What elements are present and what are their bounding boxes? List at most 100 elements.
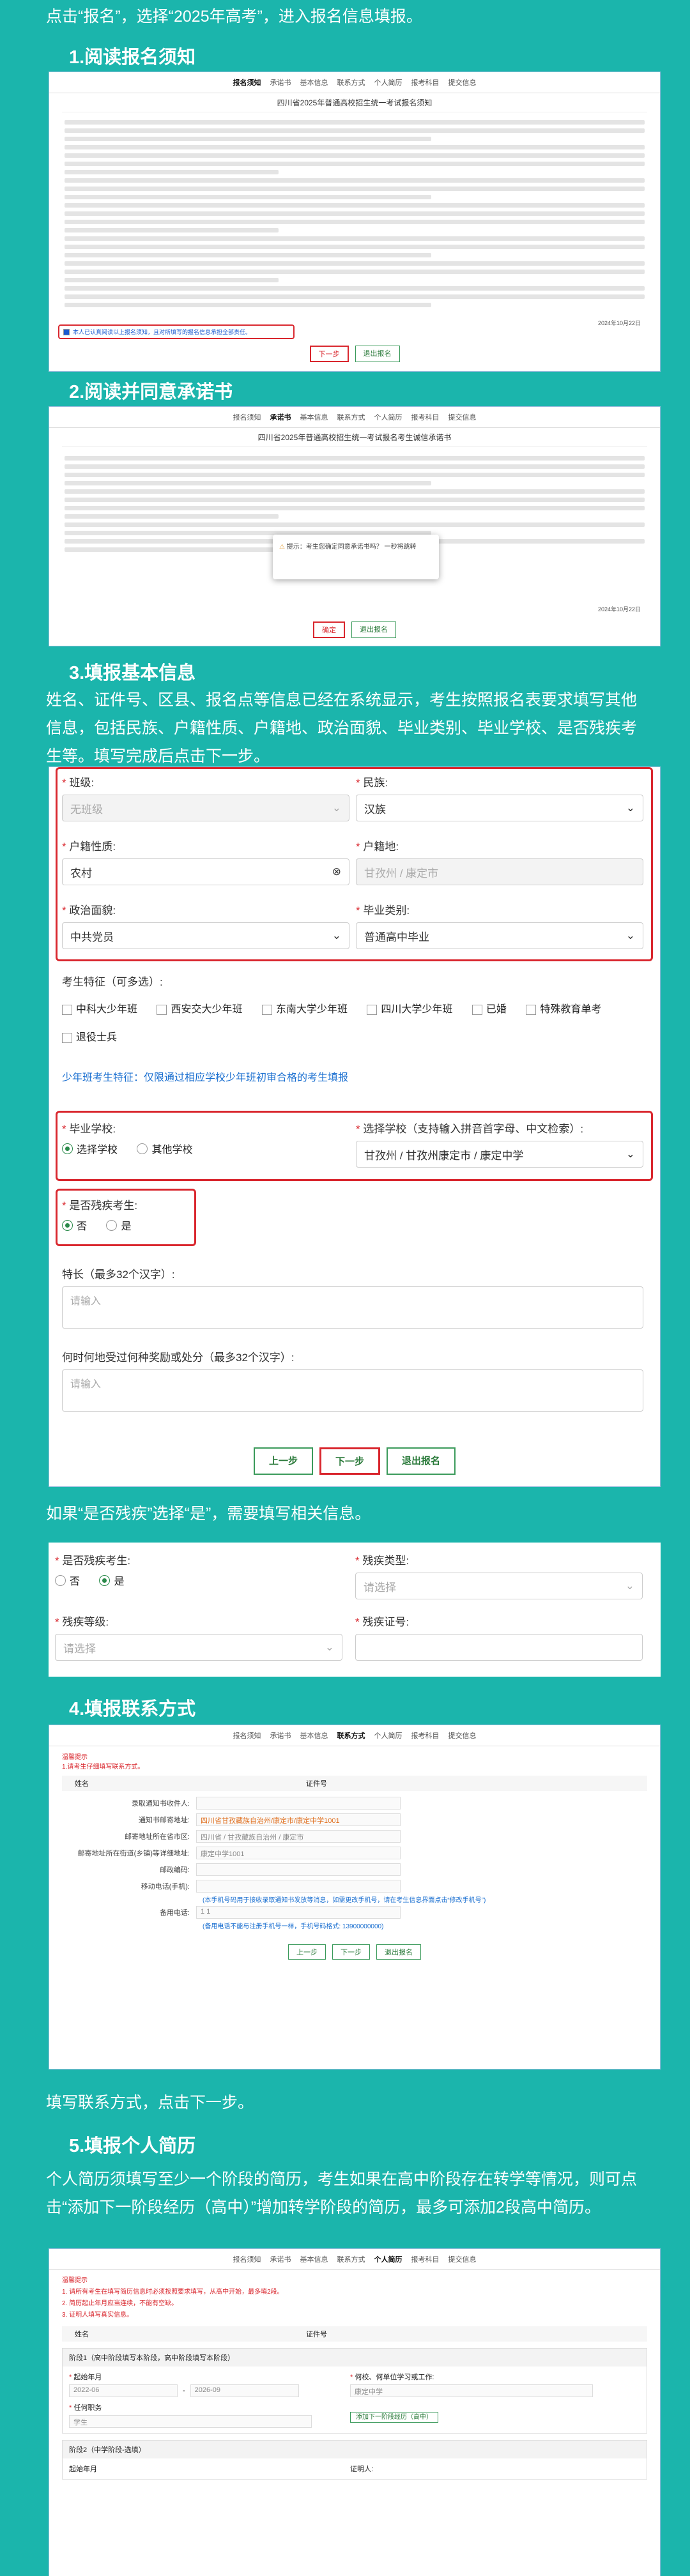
warning-icon: ⚠ <box>279 544 285 551</box>
dialog-text: 提示：考生您确定同意承诺书吗？ 一秒将跳转 <box>286 544 417 551</box>
step-notice: 报名须知 <box>233 1732 261 1740</box>
exit-button[interactable]: 退出报名 <box>376 1944 421 1960</box>
postcode-input[interactable] <box>196 1863 401 1876</box>
backup-phone-input[interactable]: 1 1 <box>196 1906 401 1919</box>
street-input[interactable]: 康定中学1001 <box>196 1847 401 1859</box>
step-promise: 承诺书 <box>270 2256 291 2264</box>
step-contact: 联系方式 <box>337 79 365 87</box>
screenshot-notice: 报名须知 承诺书 基本信息 联系方式 个人简历 报考科目 提交信息 四川省202… <box>49 72 661 372</box>
disability-label: * 是否残疾考生: <box>55 1555 131 1567</box>
step-resume: 个人简历 <box>374 2256 402 2264</box>
form-row: 备用电话: 1 1 <box>49 1904 660 1921</box>
step-contact: 联系方式 <box>337 2256 365 2264</box>
screenshot-disability: * 是否残疾考生: 否 是 * 残疾类型: 请选择 ⌄ * 残疾等级: 请选择 ⌄ … <box>49 1543 661 1677</box>
promise-date: 2024年10月22日 <box>597 606 641 613</box>
school-label: * 毕业学校: <box>62 1123 116 1135</box>
step-bar: 报名须知 承诺书 基本信息 联系方式 个人简历 报考科目 提交信息 <box>49 1725 660 1746</box>
disability-level-label: * 残疾等级: <box>55 1616 109 1628</box>
prev-button[interactable]: 上一步 <box>253 1447 313 1475</box>
step-basic: 基本信息 <box>300 79 328 87</box>
feature-checkbox[interactable]: 退役士兵 <box>62 1025 117 1051</box>
disability-cert-input[interactable] <box>355 1634 643 1661</box>
notice-title: 四川省2025年普通高校招生统一考试报名须知 <box>62 93 647 112</box>
form-row: 通知书邮寄地址: 四川省甘孜藏族自治州/康定市/康定中学1001 <box>49 1811 660 1828</box>
section3-desc: 姓名、证件号、区县、报名点等信息已经在系统显示，考生按照报名表要求填写其他信息，… <box>46 691 638 765</box>
school-radio-select[interactable]: 选择学校 <box>62 1141 118 1156</box>
step-promise: 承诺书 <box>270 1732 291 1740</box>
section4-heading: 4.填报联系方式 <box>69 1699 196 1719</box>
agree-checkbox[interactable]: 本人已认真阅读以上报名须知，且对所填写的报名信息承担全部责任。 <box>58 324 295 339</box>
school-input[interactable]: 康定中学 <box>350 2384 593 2397</box>
mobile-input[interactable] <box>196 1880 401 1893</box>
recipient-input[interactable] <box>196 1797 401 1810</box>
next-button[interactable]: 下一步 <box>319 1447 380 1475</box>
idno-label: 证件号 <box>306 1780 327 1788</box>
exit-button[interactable]: 退出报名 <box>355 346 400 362</box>
feature-checkbox[interactable]: 东南大学少年班 <box>261 997 348 1023</box>
section3-heading: 3.填报基本信息 <box>69 663 196 683</box>
start-label: * 起始年月 <box>69 2374 102 2381</box>
confirm-button[interactable]: 确定 <box>313 621 345 638</box>
exit-button[interactable]: 退出报名 <box>387 1447 456 1475</box>
region-select[interactable]: 四川省 / 甘孜藏族自治州 / 康定市 <box>196 1830 401 1843</box>
prev-button[interactable]: 上一步 <box>288 1944 326 1960</box>
chevron-down-icon: ⌄ <box>325 1641 334 1653</box>
chevron-down-icon: ⌄ <box>625 1580 634 1592</box>
mobile-note: (本手机号码用于接收录取通知书发放等消息，如需更改手机号，请在考生信息界面点击“… <box>203 1897 486 1904</box>
feature-checkbox[interactable]: 已婚 <box>471 997 507 1023</box>
section1-heading: 1.阅读报名须知 <box>69 47 196 68</box>
step-submit: 提交信息 <box>448 414 477 422</box>
specialty-textarea[interactable]: 请输入 <box>62 1286 643 1329</box>
name-label: 姓名 <box>75 1780 89 1788</box>
feature-checkbox[interactable]: 四川大学少年班 <box>367 997 452 1023</box>
school-label: * 何校、何单位学习或工作: <box>350 2374 434 2381</box>
step-subject: 报考科目 <box>411 414 440 422</box>
feature-label: 考生特征（可多选）: <box>62 976 163 988</box>
disability-radio-no[interactable]: 否 <box>62 1217 87 1233</box>
reward-textarea[interactable]: 请输入 <box>62 1369 643 1412</box>
specialty-label: 特长（最多32个汉字）: <box>62 1269 175 1281</box>
school-radio-other[interactable]: 其他学校 <box>137 1141 192 1156</box>
role-label: * 任何职务 <box>69 2404 102 2412</box>
step-basic: 基本信息 <box>300 2256 328 2264</box>
feature-checkbox[interactable]: 西安交大少年班 <box>157 997 242 1023</box>
disability-label: * 是否残疾考生: <box>62 1200 138 1212</box>
step-bar: 报名须知 承诺书 基本信息 联系方式 个人简历 报考科目 提交信息 <box>49 72 660 93</box>
add-stage-button[interactable]: 添加下一阶段经历（高中） <box>350 2412 438 2423</box>
name-label: 姓名 <box>75 2331 89 2338</box>
notice-body <box>49 112 660 307</box>
disability-type-select[interactable]: 请选择 ⌄ <box>355 1573 643 1599</box>
end-date-input[interactable]: 2026-09 <box>190 2384 299 2397</box>
disability-radio-yes[interactable]: 是 <box>106 1217 131 1233</box>
disability-radio-yes[interactable]: 是 <box>99 1573 124 1588</box>
disability-radio-no[interactable]: 否 <box>55 1573 80 1588</box>
promise-title: 四川省2025年普通高校招生统一考试报名考生诚信承诺书 <box>62 428 647 447</box>
section5-desc: 个人简历须填写至少一个阶段的简历，考生如果在高中阶段存在转学等情况，则可点击“添… <box>46 2170 638 2216</box>
mail-address-input[interactable]: 四川省甘孜藏族自治州/康定市/康定中学1001 <box>196 1813 401 1826</box>
feature-checkbox[interactable]: 中科大少年班 <box>62 997 137 1023</box>
warm-tip-title: 温馨提示 <box>62 1754 88 1761</box>
next-button[interactable]: 下一步 <box>309 346 349 362</box>
step-resume: 个人简历 <box>374 414 402 422</box>
screenshot-basic-info: * 班级: 无班级 ⌄ * 民族: 汉族 ⌄ * 户籍性质: 农村 ⊗ * 户籍地: … <box>49 766 661 1487</box>
start-date-input[interactable]: 2022-06 <box>69 2384 178 2397</box>
section5-heading: 5.填报个人简历 <box>69 2136 196 2156</box>
next-button[interactable]: 下一步 <box>332 1944 370 1960</box>
step-basic: 基本信息 <box>300 414 328 422</box>
feature-checkbox[interactable]: 特殊教育单考 <box>526 997 601 1023</box>
disability-type-label: * 残疾类型: <box>355 1555 410 1567</box>
intro-text: 点击“报名”，选择“2025年高考”，进入报名信息填报。 <box>46 8 422 26</box>
school-cascader[interactable]: 甘孜州 / 甘孜州康定市 / 康定中学 ⌄ <box>356 1141 643 1168</box>
role-input[interactable]: 学生 <box>69 2415 312 2428</box>
step-notice: 报名须知 <box>233 79 261 87</box>
school-select-label: * 选择学校（支持输入拼音首字母、中文检索）: <box>356 1123 584 1135</box>
checkbox-checked-icon <box>63 328 70 335</box>
section4-desc: 填写联系方式，点击下一步。 <box>46 2094 254 2112</box>
notice-date: 2024年10月22日 <box>597 320 641 326</box>
highlight-box <box>56 767 653 961</box>
disability-level-select[interactable]: 请选择 ⌄ <box>55 1634 342 1661</box>
form-row: 移动电话(手机): <box>49 1878 660 1894</box>
exit-button[interactable]: 退出报名 <box>351 621 396 638</box>
start-label: 起始年月 <box>69 2465 97 2473</box>
form-row: 录取通知书收件人: <box>49 1795 660 1811</box>
